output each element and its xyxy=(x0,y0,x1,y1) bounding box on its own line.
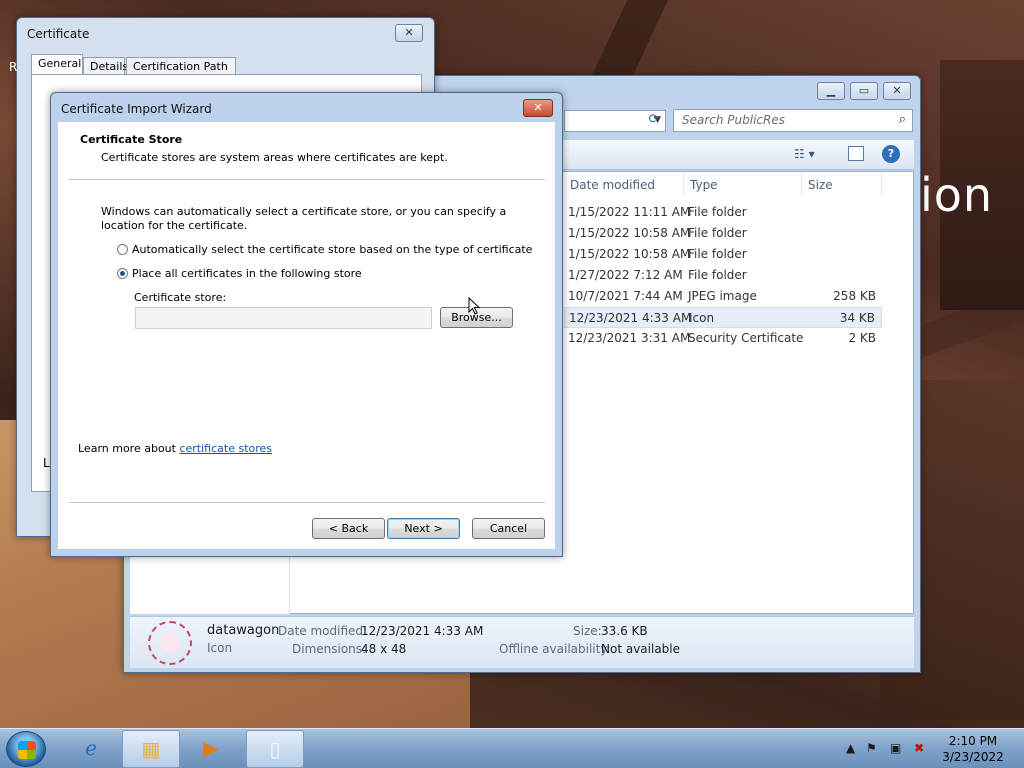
divider xyxy=(69,179,545,180)
table-row[interactable]: 10/7/2021 7:44 AM JPEG image 258 KB xyxy=(564,286,882,307)
certificate-store-label: Certificate store: xyxy=(134,291,227,304)
tab-certification-path[interactable]: Certification Path xyxy=(126,57,236,75)
row-date: 1/15/2022 10:58 AM xyxy=(568,226,691,240)
close-button[interactable]: ✕ xyxy=(395,24,423,42)
row-date: 12/23/2021 3:31 AM xyxy=(568,331,691,345)
learn-more: Learn more about certificate stores xyxy=(78,442,272,455)
details-offline-value: Not available xyxy=(601,642,681,656)
details-file-name: datawagon xyxy=(207,623,280,638)
row-type: File folder xyxy=(688,268,747,282)
network-icon[interactable]: ▣ xyxy=(890,741,901,755)
internet-explorer-icon[interactable]: ℯ xyxy=(62,730,120,768)
row-date: 1/27/2022 7:12 AM xyxy=(568,268,683,282)
close-button[interactable]: ✕ xyxy=(883,82,911,100)
details-offline-label: Offline availability: xyxy=(499,642,611,656)
row-size: 2 KB xyxy=(848,331,876,345)
certificate-import-wizard[interactable]: Certificate Import Wizard ✕ Certificate … xyxy=(50,92,563,557)
certificate-taskbar-button[interactable]: ▯ xyxy=(246,730,304,768)
wizard-body: Certificate Store Certificate stores are… xyxy=(58,122,555,549)
start-button[interactable] xyxy=(6,731,46,767)
wizard-header-title: Certificate Store xyxy=(80,133,183,146)
table-row[interactable]: 12/23/2021 4:33 AM Icon 34 KB xyxy=(564,307,882,328)
row-date: 1/15/2022 10:58 AM xyxy=(568,247,691,261)
table-row[interactable]: 12/23/2021 3:31 AM Security Certificate … xyxy=(564,328,882,349)
column-date-modified[interactable]: Date modified xyxy=(564,172,684,196)
radio-auto-select-label[interactable]: Automatically select the certificate sto… xyxy=(132,243,532,256)
back-button[interactable]: < Back xyxy=(312,518,385,539)
file-thumbnail-icon xyxy=(148,621,192,665)
action-center-flag-icon[interactable]: ⚑ xyxy=(866,741,877,755)
column-type[interactable]: Type xyxy=(684,172,802,196)
table-row[interactable]: 1/15/2022 10:58 AM File folder xyxy=(564,223,882,244)
taskbar: ℯ ▦ ▶ ▯ ▲ ⚑ ▣ ✖ 2:10 PM 3/23/2022 xyxy=(0,728,1024,768)
tab-general[interactable]: General xyxy=(31,54,83,76)
show-hidden-icons-icon[interactable]: ▲ xyxy=(846,741,855,755)
explorer-taskbar-button[interactable]: ▦ xyxy=(122,730,180,768)
row-type: Security Certificate xyxy=(688,331,804,345)
certificate-stores-link[interactable]: certificate stores xyxy=(179,442,272,455)
wallpaper-text: ion xyxy=(920,168,994,222)
clock-date: 3/23/2022 xyxy=(942,750,1004,764)
close-button[interactable]: ✕ xyxy=(523,99,553,117)
row-type: File folder xyxy=(688,205,747,219)
details-file-kind: Icon xyxy=(207,641,233,655)
certificate-store-field[interactable] xyxy=(135,307,432,329)
details-date-label: Date modified: xyxy=(278,624,368,638)
row-type: JPEG image xyxy=(688,289,757,303)
media-player-icon[interactable]: ▶ xyxy=(182,730,240,768)
windows-logo-icon xyxy=(18,741,36,759)
column-size[interactable]: Size xyxy=(802,172,882,196)
help-icon[interactable]: ? xyxy=(882,145,900,163)
volume-muted-icon[interactable]: ✖ xyxy=(914,741,924,755)
details-date-value: 12/23/2021 4:33 AM xyxy=(361,624,484,638)
wizard-description: Windows can automatically select a certi… xyxy=(101,205,507,232)
preview-pane-icon[interactable] xyxy=(848,146,864,161)
folder-icon: ▦ xyxy=(141,737,161,761)
search-icon[interactable]: ⌕ xyxy=(899,112,906,127)
details-size-value: 33.6 KB xyxy=(601,624,648,638)
row-size: 258 KB xyxy=(833,289,876,303)
row-date: 1/15/2022 11:11 AM xyxy=(568,205,691,219)
table-row[interactable]: 1/27/2022 7:12 AM File folder xyxy=(564,265,882,286)
wizard-header-subtitle: Certificate stores are system areas wher… xyxy=(101,151,448,164)
row-type: File folder xyxy=(688,247,747,261)
table-row[interactable]: 1/15/2022 11:11 AM File folder xyxy=(564,202,882,223)
details-size-label: Size: xyxy=(573,624,602,638)
radio-auto-select[interactable] xyxy=(117,244,128,255)
table-row[interactable]: 1/15/2022 10:58 AM File folder xyxy=(564,244,882,265)
search-placeholder: Search PublicRes xyxy=(682,113,786,127)
tab-details[interactable]: Details xyxy=(83,57,128,75)
next-button[interactable]: Next > xyxy=(387,518,460,539)
minimize-button[interactable]: ▁ xyxy=(817,82,845,100)
document-icon: ▯ xyxy=(269,737,281,761)
refresh-icon[interactable]: ⟳ xyxy=(642,110,666,132)
mouse-cursor-icon xyxy=(468,297,480,315)
maximize-button[interactable]: ▭ xyxy=(850,82,878,100)
details-dimensions-label: Dimensions: xyxy=(292,642,367,656)
divider xyxy=(69,502,545,503)
radio-place-in-store-label[interactable]: Place all certificates in the following … xyxy=(132,267,362,280)
certificate-window-title: Certificate xyxy=(27,27,90,41)
radio-place-in-store[interactable] xyxy=(117,268,128,279)
wizard-title: Certificate Import Wizard xyxy=(61,102,212,116)
desktop-icon-label: R xyxy=(9,60,18,74)
row-date: 10/7/2021 7:44 AM xyxy=(568,289,683,303)
details-dimensions-value: 48 x 48 xyxy=(361,642,407,656)
learn-more-prefix: Learn more about xyxy=(78,442,180,455)
cancel-button[interactable]: Cancel xyxy=(472,518,545,539)
row-type: Icon xyxy=(689,311,715,325)
row-type: File folder xyxy=(688,226,747,240)
search-input[interactable]: Search PublicRes ⌕ xyxy=(673,109,913,132)
system-clock[interactable]: 2:10 PM 3/23/2022 xyxy=(938,733,1008,765)
clock-time: 2:10 PM xyxy=(948,734,998,748)
row-size: 34 KB xyxy=(839,311,875,325)
details-pane: datawagon Icon Date modified: 12/23/2021… xyxy=(130,616,914,668)
change-view-icon[interactable]: ☷ ▾ xyxy=(794,147,815,161)
row-date: 12/23/2021 4:33 AM xyxy=(569,311,692,325)
